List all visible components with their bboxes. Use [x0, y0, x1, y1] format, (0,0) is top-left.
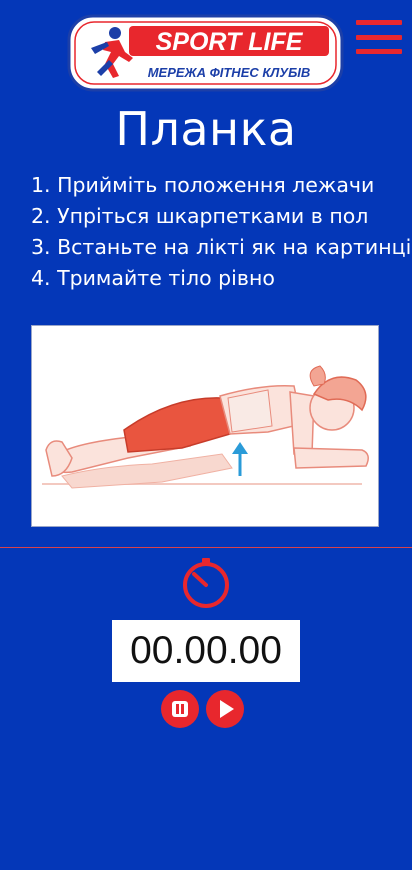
- menu-line: [356, 34, 402, 40]
- pause-icon: [172, 701, 188, 717]
- exercise-steps-list: 1. Прийміть положення лежачи 2. Упріться…: [31, 170, 411, 294]
- timer-display: 00.00.00: [112, 620, 300, 682]
- step-item: 2. Упріться шкарпетками в пол: [31, 204, 369, 228]
- sport-life-logo[interactable]: SPORT LIFE МЕРЕЖА ФІТНЕС КЛУБІВ: [67, 14, 344, 92]
- plank-illustration: [31, 325, 379, 527]
- hamburger-menu-icon[interactable]: [356, 20, 402, 54]
- exercise-title: Планка: [115, 102, 297, 156]
- pause-button[interactable]: [161, 690, 199, 728]
- section-divider: [0, 547, 412, 548]
- stopwatch-icon: [180, 556, 232, 608]
- step-item: 4. Тримайте тіло рівно: [31, 266, 275, 290]
- play-icon: [220, 700, 234, 718]
- play-button[interactable]: [206, 690, 244, 728]
- logo-subtitle: МЕРЕЖА ФІТНЕС КЛУБІВ: [148, 65, 311, 80]
- menu-line: [356, 20, 402, 25]
- menu-line: [356, 49, 402, 54]
- step-item: 3. Встаньте на лікті як на картинці: [31, 235, 412, 259]
- logo-title: SPORT LIFE: [156, 28, 304, 56]
- step-item: 1. Прийміть положення лежачи: [31, 173, 375, 197]
